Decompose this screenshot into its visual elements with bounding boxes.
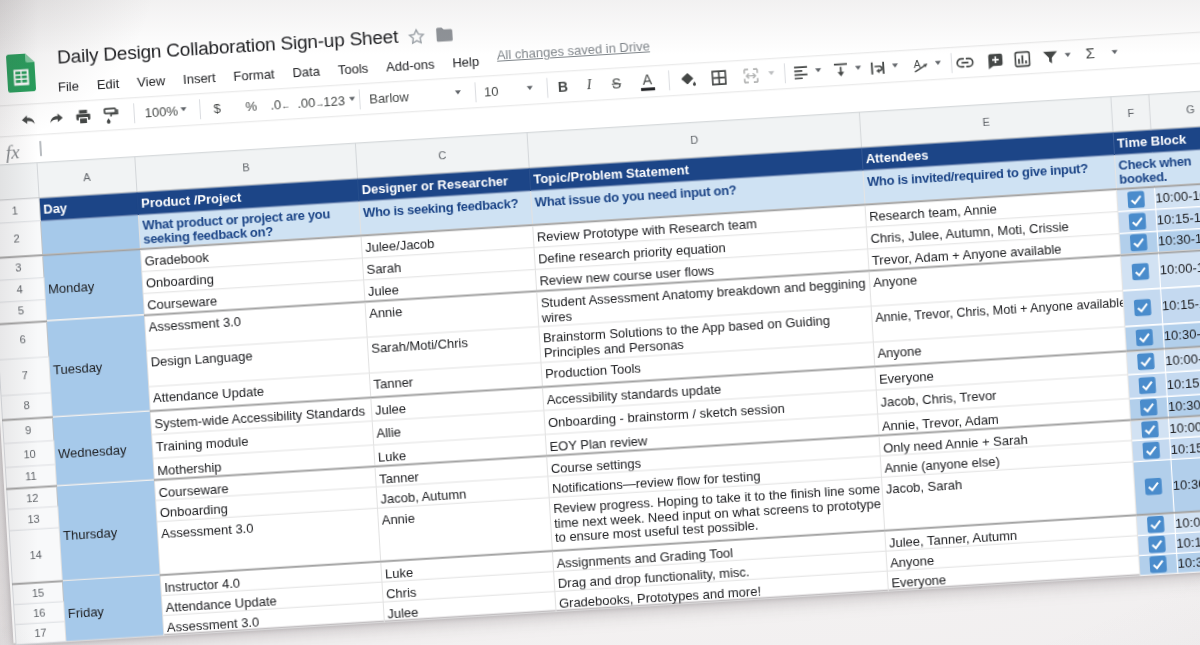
- svg-text:A: A: [913, 57, 921, 69]
